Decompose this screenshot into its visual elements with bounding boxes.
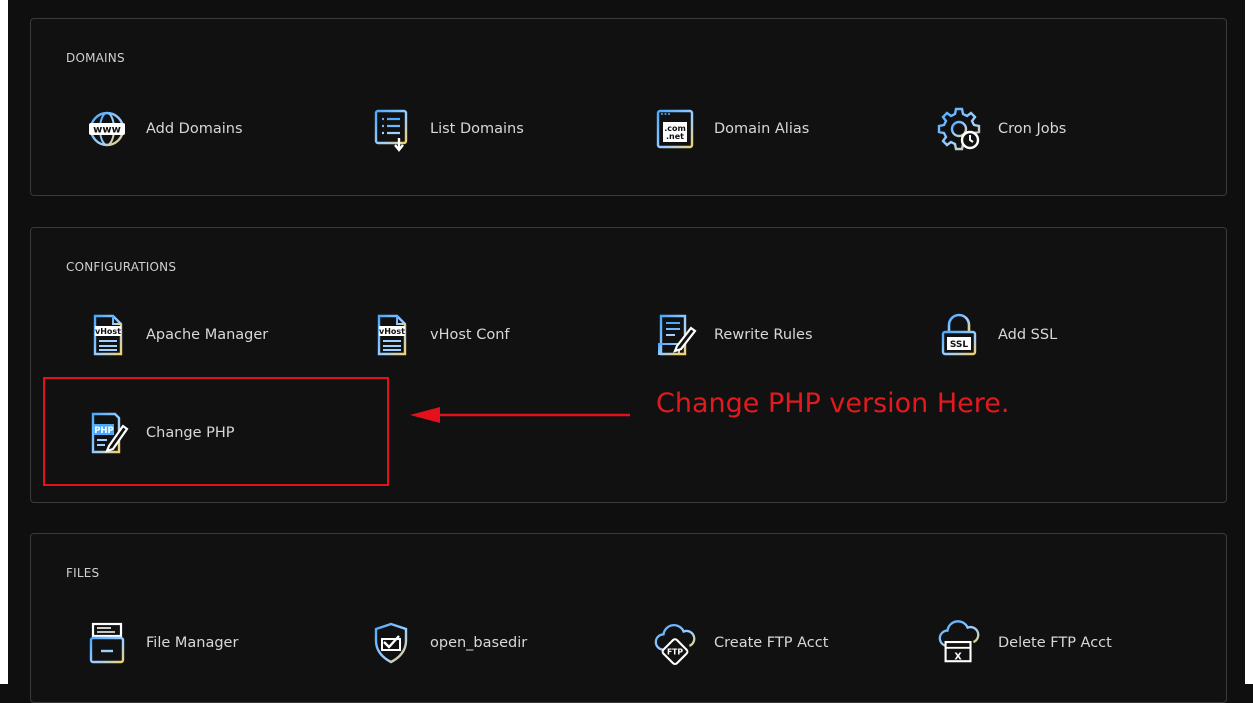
ftp-cloud-delete-icon: X bbox=[936, 620, 982, 666]
files-panel: FILES File Manager open_basedir FTP Crea… bbox=[30, 533, 1227, 703]
add-domains-item[interactable]: www Add Domains bbox=[84, 104, 243, 154]
svg-text:X: X bbox=[954, 651, 962, 662]
vhost-conf-file-icon: vHost bbox=[368, 312, 414, 358]
configurations-section-title: CONFIGURATIONS bbox=[66, 260, 177, 274]
left-frame-edge bbox=[0, 0, 8, 684]
file-manager-label: File Manager bbox=[146, 635, 239, 651]
svg-text:.net: .net bbox=[666, 132, 684, 141]
files-section-title: FILES bbox=[66, 566, 100, 580]
ssl-padlock-icon: SSL bbox=[936, 312, 982, 358]
apache-manager-label: Apache Manager bbox=[146, 327, 269, 343]
add-domains-label: Add Domains bbox=[146, 121, 243, 137]
file-manager-item[interactable]: File Manager bbox=[84, 618, 238, 668]
domain-alias-label: Domain Alias bbox=[714, 121, 810, 137]
list-domains-item[interactable]: List Domains bbox=[368, 104, 524, 154]
ftp-cloud-icon: FTP bbox=[652, 620, 698, 666]
shield-check-icon bbox=[368, 620, 414, 666]
domains-panel: DOMAINS www Add Domains List Domains .co… bbox=[30, 18, 1227, 196]
gear-clock-icon bbox=[936, 106, 982, 152]
svg-text:www: www bbox=[93, 125, 121, 136]
add-ssl-item[interactable]: SSL Add SSL bbox=[936, 310, 1057, 360]
open-basedir-item[interactable]: open_basedir bbox=[368, 618, 527, 668]
apache-manager-item[interactable]: vHost Apache Manager bbox=[84, 310, 268, 360]
vhost-conf-label: vHost Conf bbox=[430, 327, 510, 343]
list-domains-label: List Domains bbox=[430, 121, 524, 137]
vhost-conf-item[interactable]: vHost vHost Conf bbox=[368, 310, 510, 360]
domain-alias-item[interactable]: .com .net Domain Alias bbox=[652, 104, 809, 154]
delete-ftp-acct-label: Delete FTP Acct bbox=[998, 635, 1112, 651]
vhost-file-icon: vHost bbox=[84, 312, 130, 358]
svg-text:FTP: FTP bbox=[667, 648, 683, 657]
file-cabinet-icon bbox=[84, 620, 130, 666]
svg-text:vHost: vHost bbox=[95, 327, 121, 336]
cron-jobs-label: Cron Jobs bbox=[998, 121, 1067, 137]
right-frame-edge bbox=[1245, 0, 1253, 684]
rewrite-rules-item[interactable]: Rewrite Rules bbox=[652, 310, 813, 360]
rewrite-rules-label: Rewrite Rules bbox=[714, 327, 813, 343]
create-ftp-acct-item[interactable]: FTP Create FTP Acct bbox=[652, 618, 828, 668]
delete-ftp-acct-item[interactable]: X Delete FTP Acct bbox=[936, 618, 1112, 668]
domain-alias-browser-icon: .com .net bbox=[652, 106, 698, 152]
callout-arrow-icon bbox=[410, 407, 630, 423]
callout-annotation-text: Change PHP version Here. bbox=[656, 388, 1010, 419]
open-basedir-label: open_basedir bbox=[430, 635, 528, 651]
change-php-highlight-box bbox=[43, 377, 389, 486]
create-ftp-acct-label: Create FTP Acct bbox=[714, 635, 829, 651]
svg-text:SSL: SSL bbox=[950, 340, 969, 350]
list-document-icon bbox=[368, 106, 414, 152]
add-ssl-label: Add SSL bbox=[998, 327, 1058, 343]
cron-jobs-item[interactable]: Cron Jobs bbox=[936, 104, 1066, 154]
domains-section-title: DOMAINS bbox=[66, 51, 125, 65]
svg-text:vHost: vHost bbox=[379, 327, 405, 336]
rewrite-document-pen-icon bbox=[652, 312, 698, 358]
www-globe-icon: www bbox=[84, 106, 130, 152]
